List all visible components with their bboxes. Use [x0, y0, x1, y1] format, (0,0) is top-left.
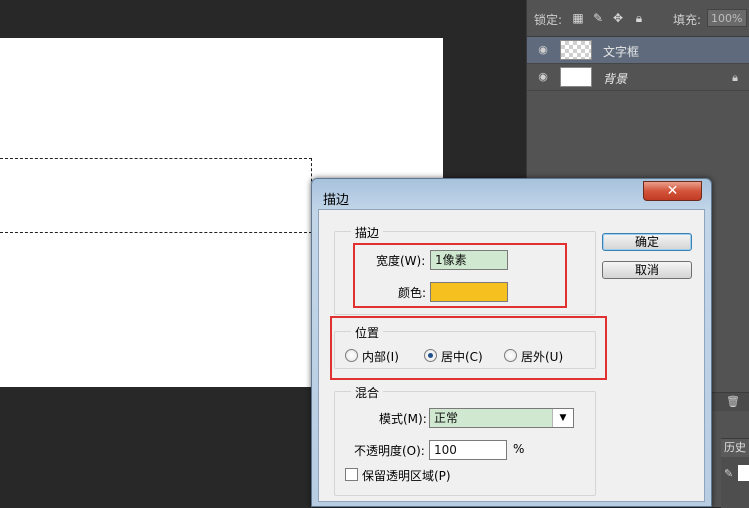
lock-icon: 🔒︎ [732, 71, 738, 84]
preserve-transparency-label[interactable]: 保留透明区域(P) [362, 467, 451, 484]
blend-mode-select[interactable]: 正常 ▼ [429, 408, 574, 428]
stroke-group: 描边 宽度(W): 1像素 颜色: [334, 224, 596, 315]
position-group-legend: 位置 [351, 324, 384, 341]
dialog-title: 描边 [323, 193, 350, 208]
mode-label: 模式(M): [379, 412, 427, 426]
lock-all-icon[interactable]: 🔒︎ [632, 11, 646, 25]
fill-label: 填充: [673, 13, 702, 27]
opacity-input[interactable]: 100 [429, 440, 507, 460]
radio-outside[interactable] [504, 349, 517, 362]
eye-icon[interactable]: ◉ [536, 71, 550, 83]
trash-icon[interactable]: 🗑︎ [726, 395, 740, 408]
history-brush-icon[interactable]: ✎ [724, 467, 733, 480]
fill-input[interactable]: 100% [707, 9, 747, 27]
position-group: 位置 内部(I) 居中(C) 居外(U) [334, 324, 596, 369]
history-panel: 历史 ✎ [721, 438, 749, 508]
layer-row-text-box[interactable]: ◉ 文字框 [527, 37, 749, 64]
radio-inside-label[interactable]: 内部(I) [362, 348, 399, 365]
blend-group: 混合 模式(M): 正常 ▼ 不透明度(O): 100 % 保留透明区域(P) [334, 384, 596, 496]
chevron-down-icon[interactable]: ▼ [552, 409, 573, 427]
layer-name: 背景 [603, 72, 628, 86]
tab-history[interactable]: 历史 [721, 439, 749, 457]
opacity-unit: % [513, 442, 525, 456]
blend-group-legend: 混合 [351, 384, 384, 401]
stroke-group-legend: 描边 [351, 224, 384, 241]
radio-inside[interactable] [345, 349, 358, 362]
layer-row-background[interactable]: ◉ 背景 🔒︎ [527, 64, 749, 91]
blend-mode-value: 正常 [434, 411, 459, 425]
lock-label: 锁定: [534, 13, 563, 27]
preserve-transparency-checkbox[interactable] [345, 468, 358, 481]
opacity-label: 不透明度(O): [354, 444, 425, 458]
history-snapshot-thumbnail [738, 465, 749, 481]
color-label: 颜色: [398, 286, 427, 300]
width-label: 宽度(W): [376, 254, 426, 268]
ok-button[interactable]: 确定 [602, 233, 692, 251]
radio-center-label[interactable]: 居中(C) [441, 348, 483, 365]
width-input[interactable]: 1像素 [430, 250, 508, 270]
layer-name: 文字框 [603, 45, 640, 59]
layers-options-bar: 锁定: ▦ ✎ ✥ 🔒︎ 填充: 100% [527, 0, 749, 37]
cancel-button[interactable]: 取消 [602, 261, 692, 279]
radio-outside-label[interactable]: 居外(U) [521, 348, 563, 365]
marquee-selection [0, 158, 312, 233]
lock-position-icon[interactable]: ✥ [611, 11, 625, 25]
color-swatch[interactable] [430, 282, 508, 302]
lock-transparent-pixels-icon[interactable]: ▦ [571, 11, 585, 25]
radio-center[interactable] [424, 349, 437, 362]
close-button[interactable]: ✕ [643, 181, 702, 201]
eye-icon[interactable]: ◉ [536, 44, 550, 56]
layer-thumbnail [560, 40, 592, 60]
lock-image-pixels-icon[interactable]: ✎ [591, 11, 605, 25]
layer-thumbnail [560, 67, 592, 87]
dialog-body: 描边 宽度(W): 1像素 颜色: 位置 内部(I) 居中(C) 居外(U) 混… [318, 209, 705, 502]
stroke-dialog: 描边 ✕ 描边 宽度(W): 1像素 颜色: 位置 内部(I) 居中(C) 居外… [311, 178, 712, 507]
